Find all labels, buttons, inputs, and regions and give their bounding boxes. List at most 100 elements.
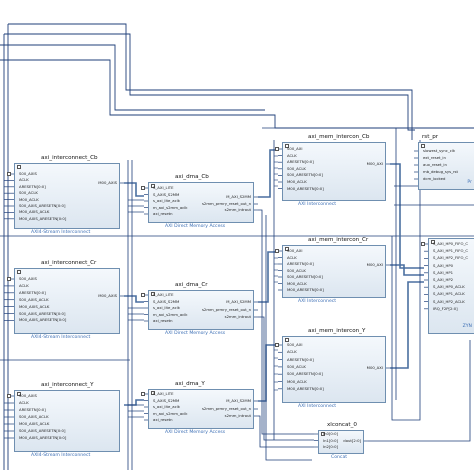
pin-left[interactable]: S00_ACLK: [287, 166, 306, 171]
pin-left[interactable]: ARESETN[0:0]: [287, 160, 314, 164]
pin-left[interactable]: S00_ARESETN[0:0]: [287, 372, 323, 376]
pin-left[interactable]: M00_ARESETN[0:0]: [287, 288, 324, 292]
pin-left[interactable]: axi_resetn: [153, 418, 173, 422]
pin-right[interactable]: s2mm_prmry_reset_out_n: [202, 202, 251, 206]
pin-left[interactable]: S00_AXIS: [19, 172, 37, 176]
pin-left[interactable]: S_AXI_LITE: [153, 392, 173, 396]
pin-left[interactable]: S00_AXI: [287, 249, 302, 253]
pin-left[interactable]: S00_ACLK: [287, 364, 306, 369]
pin-left[interactable]: ACLK: [19, 401, 29, 405]
bus-plus-icon[interactable]: [141, 293, 145, 297]
pin-left[interactable]: S00_AXIS_ACLK: [19, 297, 49, 302]
pin-left[interactable]: aux_reset_in: [423, 163, 447, 167]
bus-plus-icon[interactable]: [275, 249, 279, 253]
pin-left[interactable]: S_AXI_HP2: [433, 278, 453, 282]
pin-right[interactable]: M00_AXI: [367, 366, 383, 370]
pin-left[interactable]: ext_reset_in: [423, 156, 446, 160]
pin-left[interactable]: ARESETN[0:0]: [19, 408, 46, 412]
pin-left[interactable]: m_axi_s2mm_aclk: [153, 411, 187, 416]
pin-left[interactable]: S00_AXIS: [19, 277, 37, 281]
pin-left[interactable]: S_AXI_HP1_ACLK: [433, 292, 465, 296]
pin-left[interactable]: M00_AXIS_ACLK: [19, 210, 49, 214]
pin-left[interactable]: S_AXI_HP0: [433, 263, 453, 268]
bus-plus-icon[interactable]: [7, 394, 11, 398]
bus-plus-icon[interactable]: [7, 277, 11, 281]
pin-left[interactable]: ARESETN[0:0]: [19, 290, 46, 295]
pin-right[interactable]: M_AXI_S2MM: [226, 195, 251, 199]
bus-plus-icon[interactable]: [141, 392, 145, 396]
pin-left[interactable]: S_AXI_LITE: [153, 293, 173, 297]
block-design-canvas[interactable]: axi_interconnect_Cb S00_AXIS ACLK ARESETN[0…: [0, 0, 474, 474]
pin-right[interactable]: M00_AXI: [367, 263, 383, 267]
pin-left[interactable]: S00_ACLK: [287, 268, 306, 273]
pin-left[interactable]: ACLK: [287, 350, 297, 354]
pin-left[interactable]: S_AXI_HP2_ACLK: [433, 299, 465, 304]
pin-left[interactable]: axi_resetn: [153, 319, 173, 323]
pin-right[interactable]: s2mm_introut: [225, 315, 251, 319]
pin-left[interactable]: ARESETN[0:0]: [287, 357, 314, 362]
pin-right[interactable]: s2mm_introut: [225, 414, 251, 418]
pin-right[interactable]: dout[2:0]: [343, 439, 361, 443]
pin-left[interactable]: M00_ARESETN[0:0]: [287, 186, 324, 191]
pin-right[interactable]: M00_AXIS: [98, 181, 117, 185]
bus-plus-icon[interactable]: [7, 172, 11, 176]
bus-plus-icon[interactable]: [141, 186, 145, 190]
pin-left[interactable]: S00_AXI: [287, 343, 302, 347]
pin-left[interactable]: M00_AXIS_ARESETN[0:0]: [19, 216, 66, 221]
pin-left[interactable]: M00_ACLK: [287, 180, 307, 184]
pin-left[interactable]: M00_AXIS_ACLK: [19, 422, 49, 426]
pin-left[interactable]: dcm_locked: [423, 177, 445, 181]
pin-left[interactable]: S00_ARESETN[0:0]: [287, 173, 323, 177]
pin-left[interactable]: ACLK: [287, 255, 297, 260]
pin-left[interactable]: M00_ACLK: [287, 281, 307, 286]
bus-plus-icon[interactable]: [421, 242, 425, 246]
pin-right[interactable]: s2mm_prmry_reset_out_n: [202, 407, 251, 411]
pin-left[interactable]: IRQ_F2P[2:0]: [433, 306, 458, 311]
pin-left[interactable]: In1[0:0]: [323, 438, 338, 443]
bus-plus-icon[interactable]: [275, 343, 279, 347]
bus-plus-icon[interactable]: [275, 147, 279, 151]
pin-left[interactable]: S00_AXIS_ARESETN[0:0]: [19, 429, 65, 433]
pin-left[interactable]: S00_AXIS_ARESETN[0:0]: [19, 204, 65, 208]
pin-left[interactable]: S_AXI_HP0_FIFO_C: [433, 242, 468, 246]
pin-left[interactable]: m_axi_s2mm_aclk: [153, 312, 187, 317]
pin-left[interactable]: ACLK: [287, 153, 297, 158]
pin-left[interactable]: S00_AXI: [287, 147, 302, 151]
pin-left[interactable]: S_AXIS_S2MM: [153, 299, 179, 304]
pin-left[interactable]: M00_ARESETN[0:0]: [287, 386, 324, 391]
pin-left[interactable]: ACLK: [19, 178, 29, 182]
pin-left[interactable]: slowest_sync_clk: [423, 149, 455, 153]
pin-left[interactable]: In0[0:0]: [323, 432, 338, 436]
pin-left[interactable]: M00_AXIS_ARESETN[0:0]: [19, 436, 66, 440]
pin-left[interactable]: M00_AXIS_ARESETN[0:0]: [19, 318, 66, 322]
pin-left[interactable]: S_AXI_HP1_FIFO_C: [433, 249, 468, 253]
pin-right[interactable]: M00_AXIS: [98, 294, 117, 298]
expand-plus-icon[interactable]: [17, 270, 21, 274]
pin-left[interactable]: s_axi_lite_aclk: [153, 306, 180, 310]
pin-left[interactable]: S_AXI_HP2_FIFO_C: [433, 256, 468, 260]
pin-right[interactable]: M_AXI_S2MM: [226, 300, 251, 304]
expand-plus-icon[interactable]: [17, 165, 21, 169]
pin-left[interactable]: S00_AXIS_ARESETN[0:0]: [19, 311, 65, 316]
pin-left[interactable]: S00_ACLK: [19, 191, 38, 195]
pin-left[interactable]: ARESETN[0:0]: [287, 262, 314, 266]
pin-left[interactable]: m_axi_s2mm_aclk: [153, 205, 187, 210]
pin-left[interactable]: S00_ARESETN[0:0]: [287, 275, 323, 279]
pin-left[interactable]: S_AXI_LITE: [153, 186, 173, 190]
pin-left[interactable]: M00_ACLK: [19, 197, 39, 202]
pin-left[interactable]: In2[0:0]: [323, 445, 338, 449]
pin-left[interactable]: S_AXIS_S2MM: [153, 398, 179, 403]
pin-left[interactable]: S00_AXIS: [19, 394, 37, 398]
pin-left[interactable]: s_axi_lite_aclk: [153, 405, 180, 409]
pin-left[interactable]: S_AXIS_S2MM: [153, 192, 179, 197]
pin-right[interactable]: M00_AXI: [367, 162, 383, 166]
pin-left[interactable]: M00_AXIS_ACLK: [19, 304, 49, 309]
pin-left[interactable]: M00_ACLK: [287, 379, 307, 384]
pin-left[interactable]: S00_AXIS_ACLK: [19, 415, 49, 419]
pin-right[interactable]: M_AXI_S2MM: [226, 399, 251, 403]
pin-left[interactable]: ACLK: [19, 283, 29, 288]
pin-left[interactable]: S_AXI_HP1: [433, 270, 453, 275]
pin-right[interactable]: s2mm_introut: [225, 208, 251, 212]
pin-left[interactable]: ARESETN[0:0]: [19, 184, 46, 189]
pin-left[interactable]: S_AXI_HP0_ACLK: [433, 285, 465, 289]
